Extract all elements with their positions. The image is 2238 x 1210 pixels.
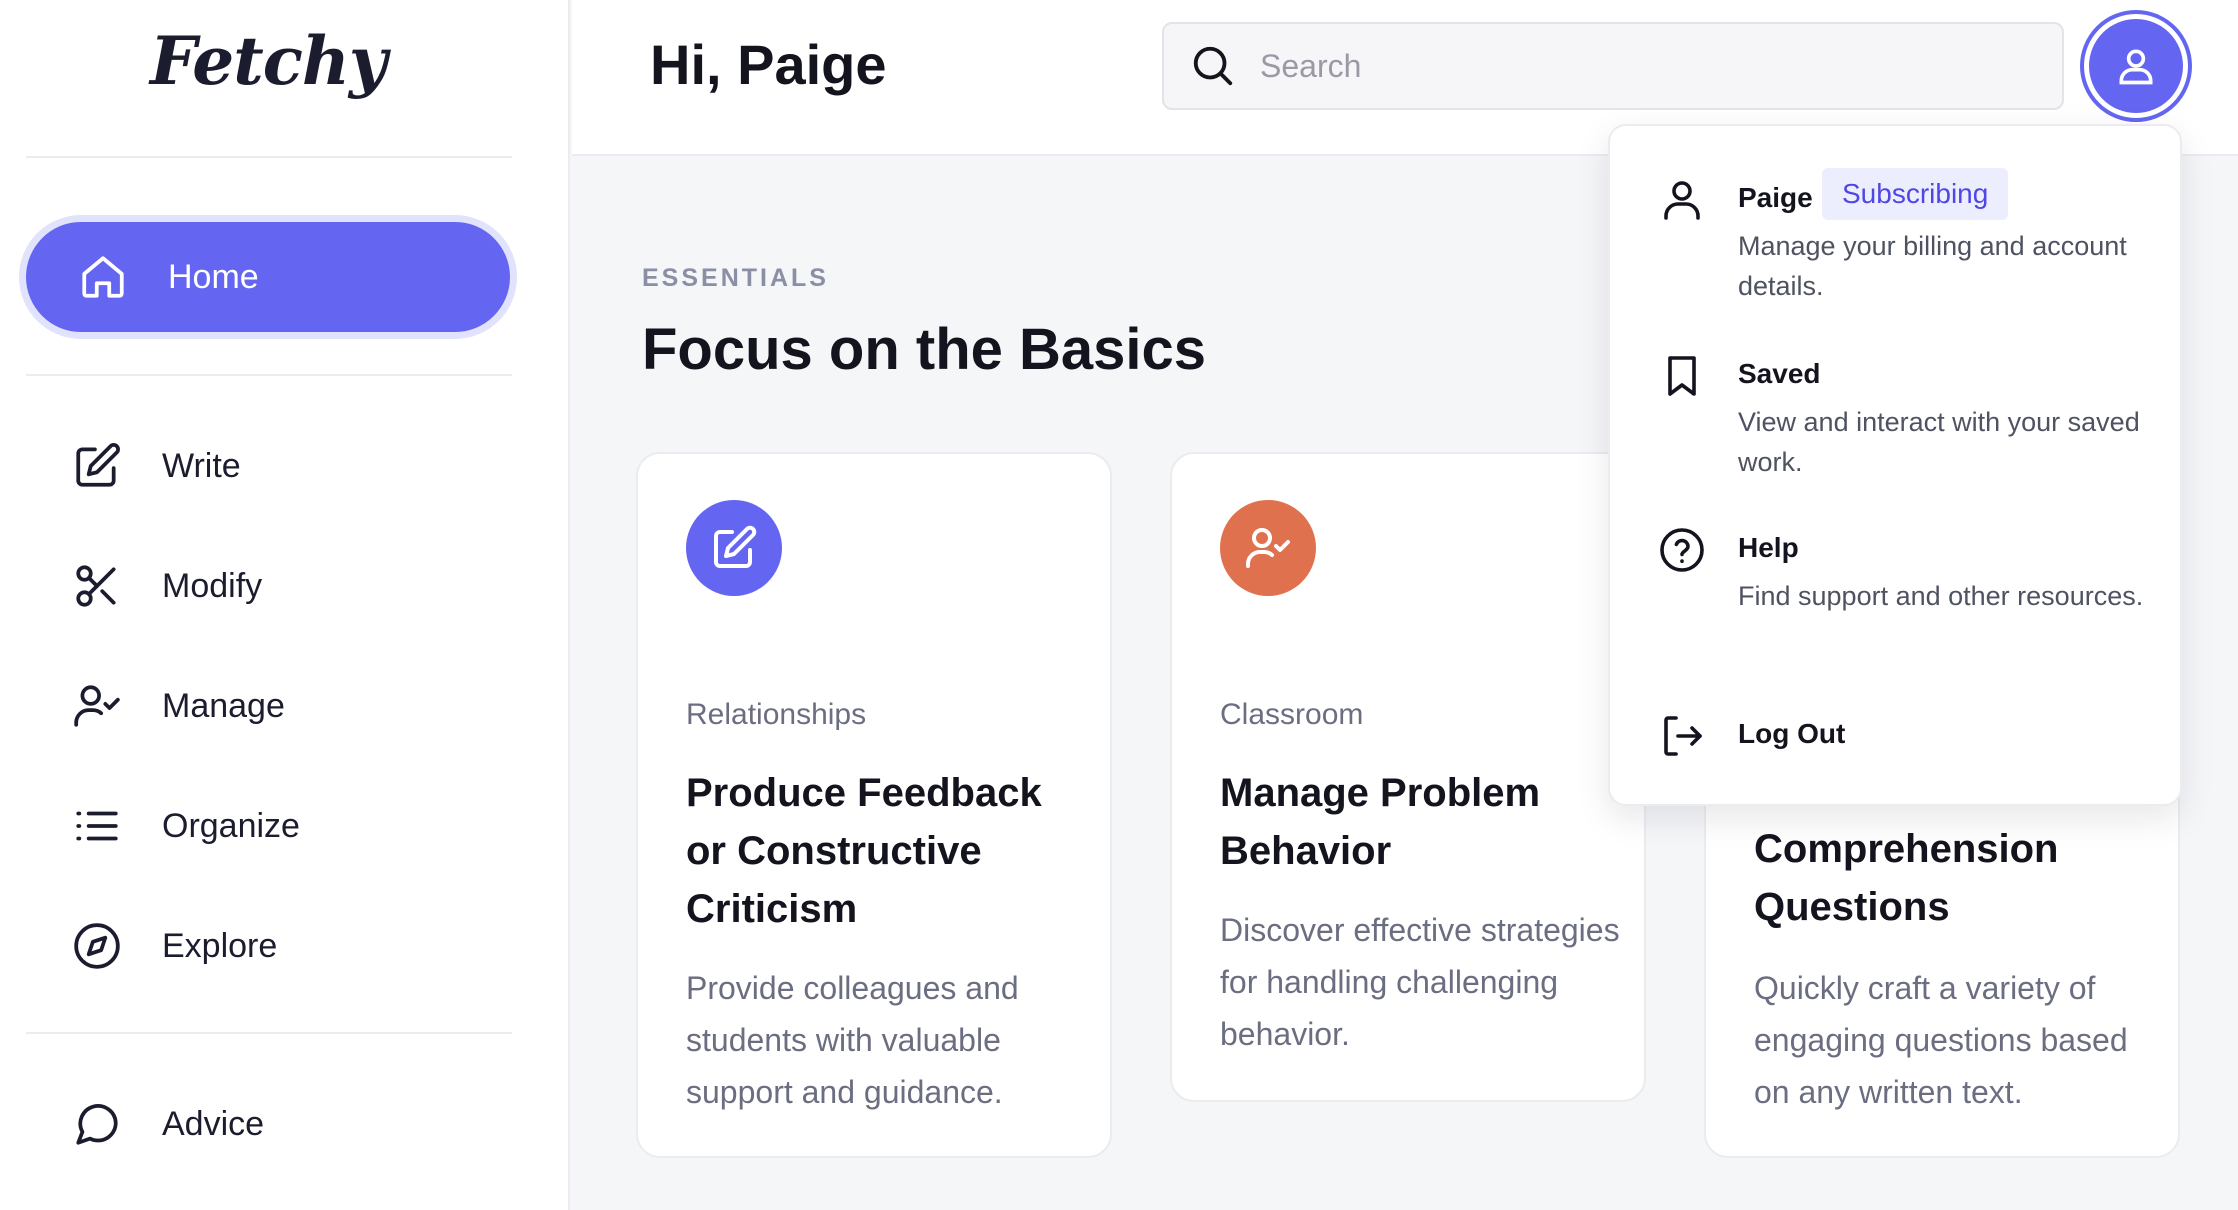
home-icon bbox=[82, 256, 124, 298]
search-input[interactable] bbox=[1260, 47, 2040, 85]
sidebar-item-label: Modify bbox=[162, 566, 263, 605]
sidebar-item-label: Home bbox=[168, 257, 259, 296]
card-description: Provide colleagues and students with val… bbox=[686, 970, 1019, 1110]
sidebar-divider bbox=[26, 374, 512, 376]
sidebar-item-label: Organize bbox=[162, 806, 300, 845]
card-title: Comprehension Questions bbox=[1754, 827, 2059, 929]
section-eyebrow: ESSENTIALS bbox=[642, 264, 829, 292]
list-icon bbox=[76, 811, 118, 841]
logout-label: Log Out bbox=[1738, 718, 1846, 749]
pencil-square-icon bbox=[714, 525, 757, 568]
sidebar-item-advice[interactable]: Advice bbox=[72, 1092, 264, 1156]
logout-icon bbox=[1664, 716, 1702, 756]
profile-description: Manage your billing and account details. bbox=[1738, 231, 2127, 301]
section-title: Focus on the Basics bbox=[642, 317, 1207, 382]
sidebar-item-write[interactable]: Write bbox=[72, 434, 241, 498]
user-icon bbox=[1664, 181, 1700, 220]
sidebar-divider bbox=[26, 1032, 512, 1034]
dropdown-item-help[interactable]: Help Find support and other resources. bbox=[1610, 526, 2184, 656]
card-category: Classroom bbox=[1220, 698, 1364, 731]
sidebar-item-label: Manage bbox=[162, 686, 285, 725]
card-title: Produce Feedback or Constructive Critici… bbox=[686, 771, 1042, 931]
dropdown-item-saved[interactable]: Saved View and interact with your saved … bbox=[1610, 352, 2184, 482]
card-description: Discover effective strategies for handli… bbox=[1220, 912, 1620, 1052]
help-description: Find support and other resources. bbox=[1738, 581, 2144, 611]
chat-bubble-icon bbox=[76, 1104, 118, 1145]
sidebar-item-label: Advice bbox=[162, 1104, 265, 1143]
search-icon bbox=[1193, 46, 1233, 86]
saved-title: Saved bbox=[1738, 358, 1821, 389]
question-circle-icon bbox=[1660, 528, 1704, 572]
card-behavior[interactable]: Classroom Manage Problem Behavior Discov… bbox=[1170, 452, 1646, 1102]
help-title: Help bbox=[1738, 532, 1799, 563]
sidebar-item-label: Explore bbox=[162, 926, 278, 965]
avatar-button[interactable] bbox=[2080, 10, 2192, 122]
scissors-icon bbox=[76, 565, 116, 607]
pencil-square-icon bbox=[76, 443, 120, 487]
account-dropdown: Paige Subscribing Manage your billing an… bbox=[1608, 124, 2182, 806]
compass-icon bbox=[74, 923, 120, 969]
card-description: Quickly craft a variety of engaging ques… bbox=[1754, 970, 2128, 1110]
sidebar-item-manage[interactable]: Manage bbox=[72, 674, 285, 738]
user-icon bbox=[2119, 49, 2153, 85]
sidebar-divider bbox=[26, 156, 512, 158]
dropdown-item-profile[interactable]: Paige Subscribing Manage your billing an… bbox=[1610, 168, 2184, 316]
page-greeting: Hi, Paige bbox=[650, 33, 887, 96]
avatar bbox=[2089, 19, 2183, 113]
sidebar-item-modify[interactable]: Modify bbox=[72, 554, 262, 618]
sidebar-item-home[interactable]: Home bbox=[26, 222, 510, 332]
user-check-icon bbox=[1246, 528, 1290, 568]
sidebar-item-organize[interactable]: Organize bbox=[72, 794, 300, 858]
card-feedback[interactable]: Relationships Produce Feedback or Constr… bbox=[636, 452, 1112, 1158]
saved-description: View and interact with your saved work. bbox=[1738, 407, 2140, 477]
dropdown-item-logout[interactable]: Log Out bbox=[1610, 712, 2184, 762]
sidebar-item-explore[interactable]: Explore bbox=[72, 914, 277, 978]
subscription-badge: Subscribing bbox=[1822, 168, 2009, 220]
sidebar-item-label: Write bbox=[162, 446, 241, 485]
app-logo[interactable]: Fetchy bbox=[150, 22, 387, 100]
sidebar: Fetchy Home Write Modify Manage Organize… bbox=[0, 0, 570, 1210]
search-bar[interactable] bbox=[1162, 22, 2064, 110]
profile-name: Paige bbox=[1738, 182, 1813, 213]
card-icon-badge bbox=[1220, 500, 1316, 596]
card-category: Relationships bbox=[686, 698, 867, 731]
card-icon-badge bbox=[686, 500, 782, 596]
card-title: Manage Problem Behavior bbox=[1220, 771, 1541, 873]
bookmark-icon bbox=[1668, 356, 1696, 396]
user-check-icon bbox=[74, 685, 120, 727]
